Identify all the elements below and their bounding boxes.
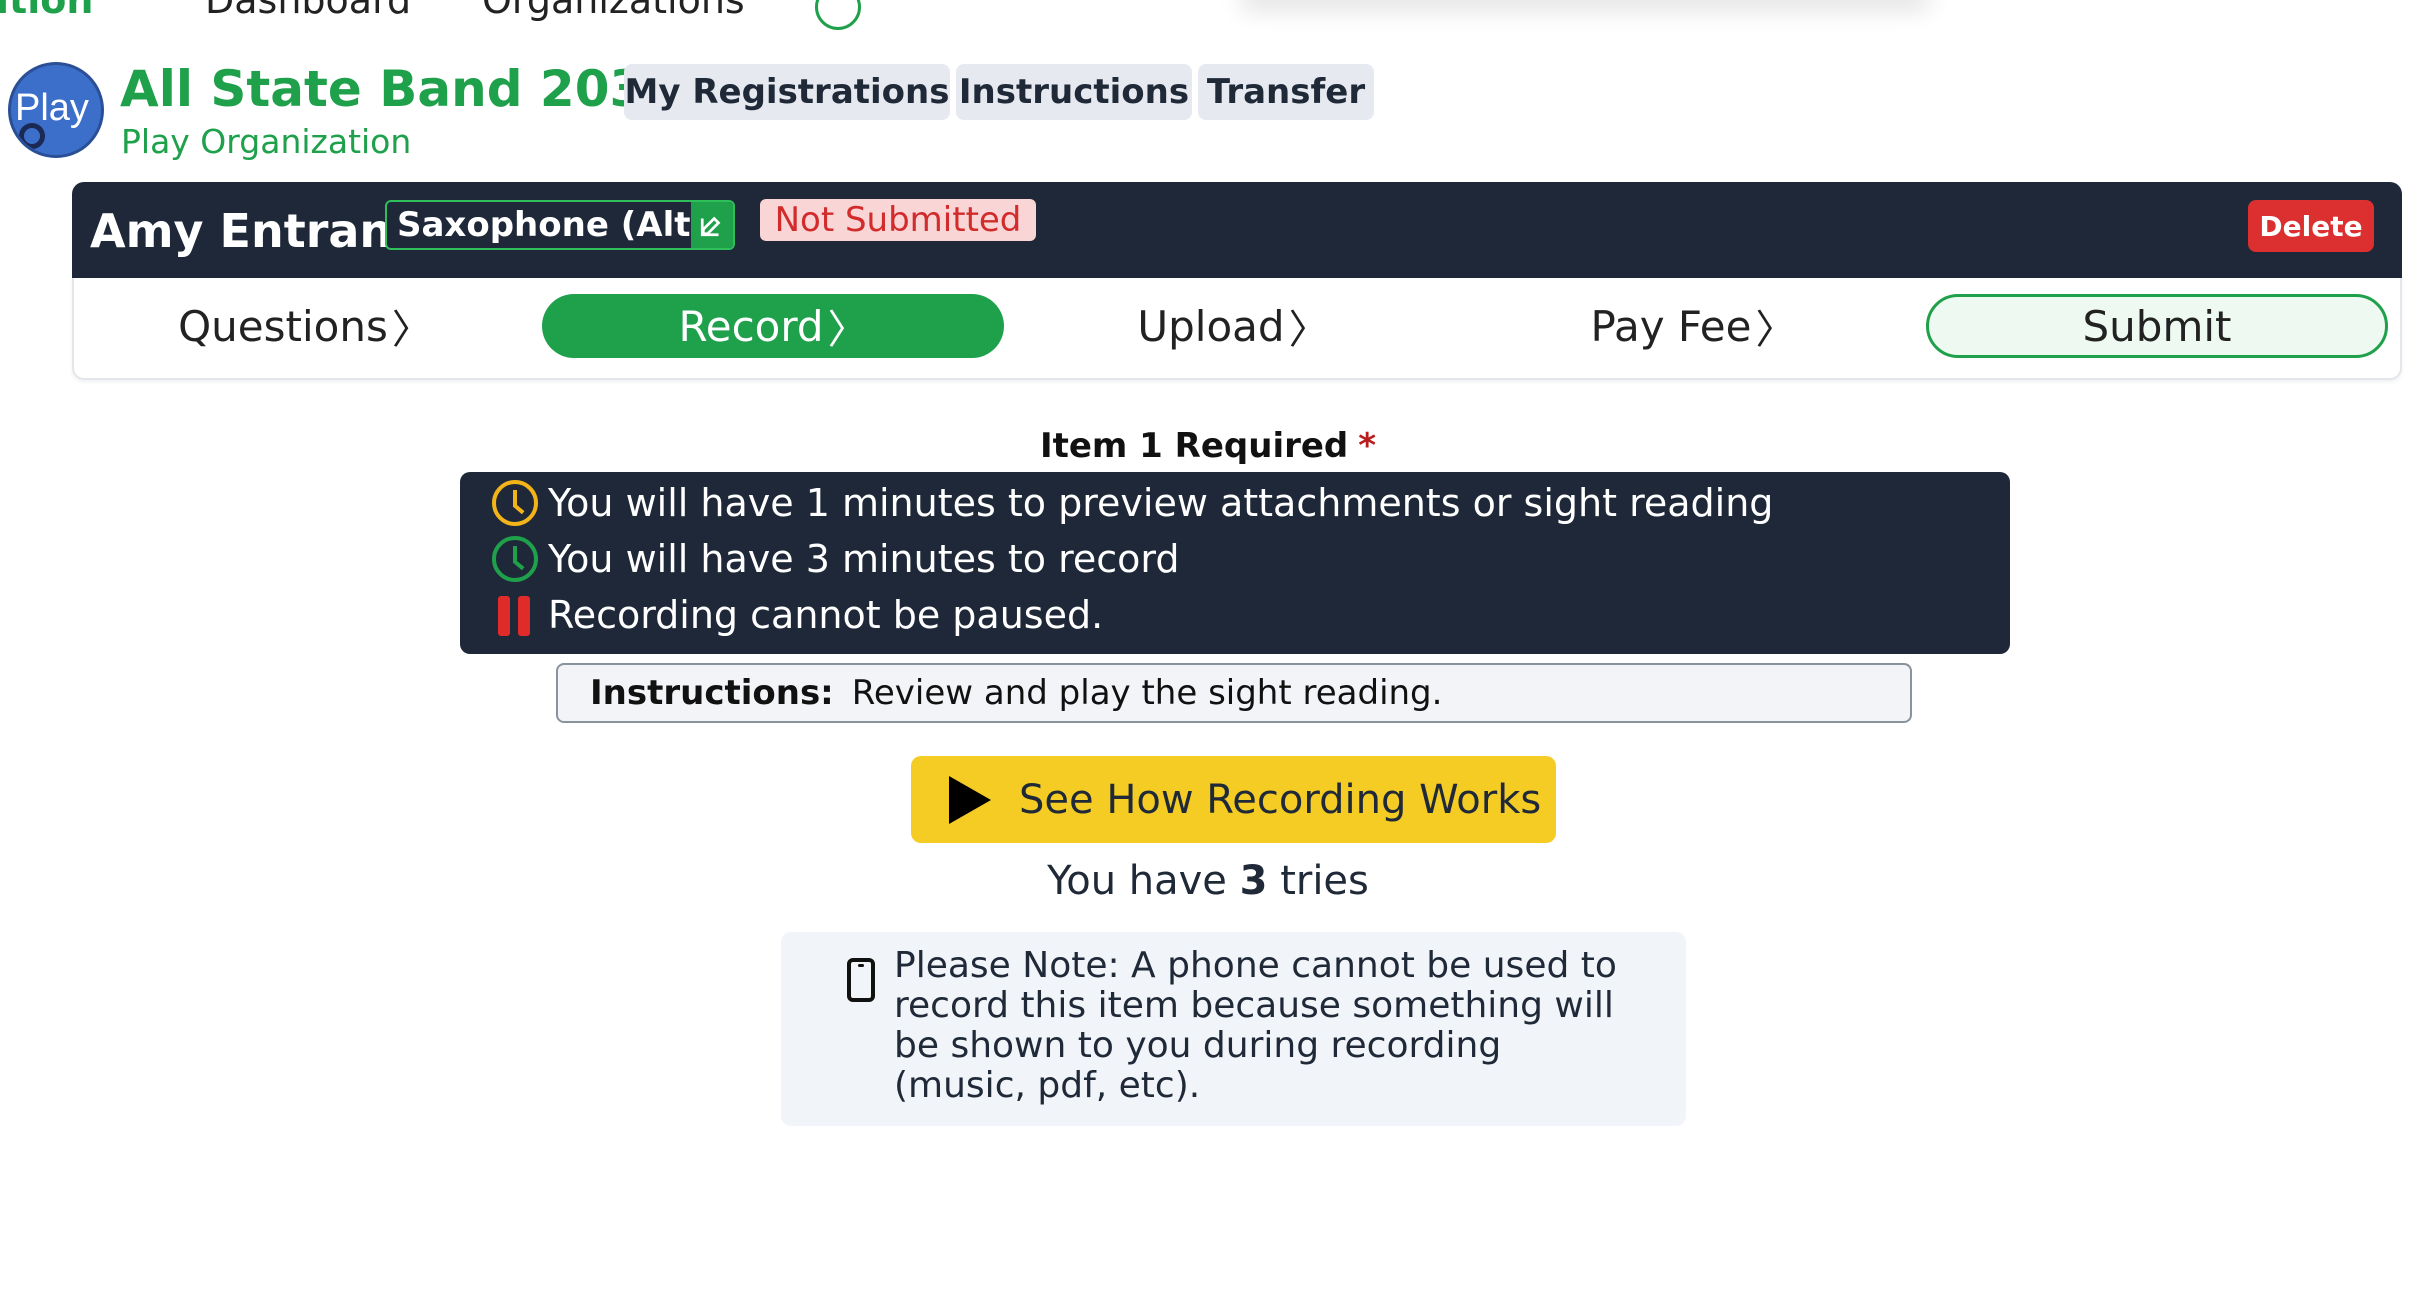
pause-icon [490,590,542,640]
instructions-label: Instructions: [590,673,834,713]
step-label: Upload [1137,301,1285,351]
instructions-text: Review and play the sight reading. [851,673,1443,713]
item-title: Item 1 Required * [0,426,2416,466]
rule-record-time: You will have 3 minutes to record [490,534,1180,584]
rule-text: You will have 1 minutes to preview attac… [548,481,1774,525]
how-button-label: See How Recording Works [1019,776,1542,823]
transfer-button[interactable]: Transfer [1198,64,1374,120]
my-registrations-button[interactable]: My Registrations [624,64,950,120]
delete-button[interactable]: Delete [2248,200,2374,252]
item-label: Item 1 Required [1039,426,1349,466]
edit-icon[interactable] [691,202,733,248]
chevron-right-icon: 〉 [1755,307,1796,353]
step-pay-fee[interactable]: Pay Fee 〉 [1462,294,1924,358]
step-upload[interactable]: Upload 〉 [1002,294,1464,358]
brand-name[interactable]: ition [0,0,93,22]
required-marker: * [1358,426,1377,466]
step-label: Pay Fee [1590,301,1752,351]
see-how-recording-works-button[interactable]: See How Recording Works [911,756,1556,843]
organization-avatar: Play [8,62,104,158]
tries-count: 3 [1239,858,1268,904]
chevron-right-icon: 〉 [827,307,868,353]
organization-name[interactable]: Play Organization [121,122,411,161]
top-nav: ition Dashboard Organizations [0,0,2416,30]
tries-suffix: tries [1280,858,1369,904]
rule-preview-time: You will have 1 minutes to preview attac… [490,478,1773,528]
instrument-label: Saxophone (Alto) [397,205,730,245]
step-navigation: Questions 〉 Record 〉 Upload 〉 Pay Fee 〉 Subm… [72,278,2402,380]
tries-remaining: You have 3 tries [0,858,2416,904]
recording-rules: You will have 1 minutes to preview attac… [460,472,2010,654]
rule-text: You will have 3 minutes to record [548,537,1180,581]
nav-dashboard[interactable]: Dashboard [205,0,411,22]
play-icon [949,775,991,824]
competition-title: All State Band 2034 [120,60,680,118]
rule-no-pause: Recording cannot be paused. [490,590,1103,640]
chevron-right-icon: 〉 [1288,307,1329,353]
clock-green-icon [490,534,542,584]
phone-note: Please Note: A phone cannot be used to r… [781,932,1686,1126]
step-record[interactable]: Record 〉 [542,294,1004,358]
step-questions[interactable]: Questions 〉 [74,294,536,358]
item-instructions: Instructions: Review and play the sight … [556,663,1912,723]
avatar-ring-icon [19,123,45,149]
note-text: Please Note: A phone cannot be used to r… [894,945,1617,1106]
step-label: Record [678,301,824,351]
step-submit[interactable]: Submit [1926,294,2388,358]
step-label: Questions [178,301,388,351]
phone-icon [847,958,875,1002]
status-badge: Not Submitted [760,199,1036,241]
entrant-header: Amy Entrant Saxophone (Alto) Not Submitt… [72,182,2402,278]
chevron-right-icon: 〉 [391,307,432,353]
instrument-badge[interactable]: Saxophone (Alto) [385,200,735,250]
rule-text: Recording cannot be paused. [548,593,1104,637]
info-icon[interactable] [815,0,861,30]
nav-organizations[interactable]: Organizations [482,0,745,22]
entrant-name: Amy Entrant [90,204,415,258]
clock-amber-icon [490,478,542,528]
tries-prefix: You have [1047,858,1227,904]
step-label: Submit [2082,301,2232,351]
instructions-button[interactable]: Instructions [956,64,1192,120]
